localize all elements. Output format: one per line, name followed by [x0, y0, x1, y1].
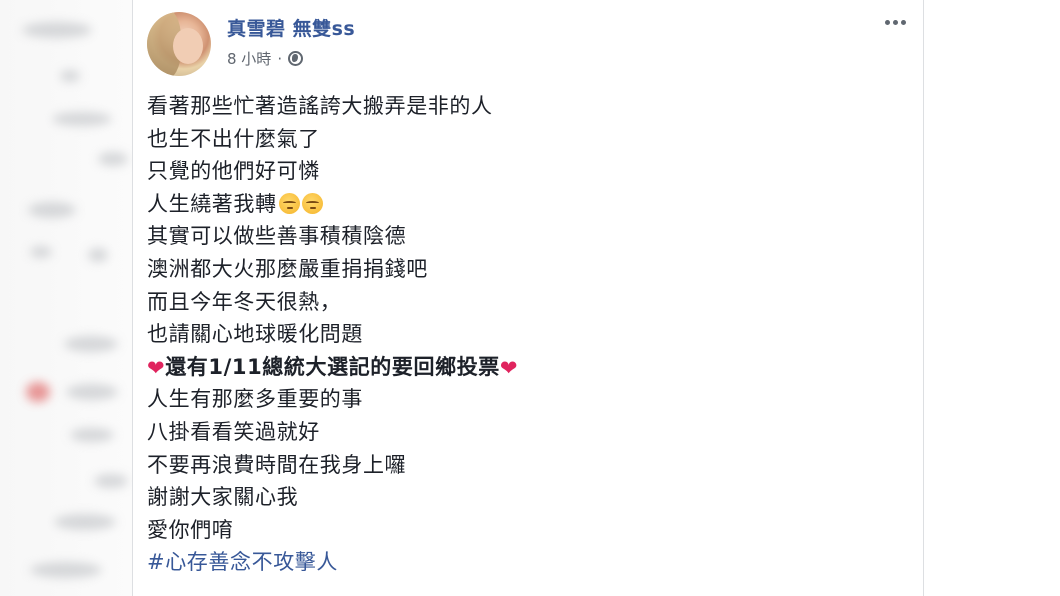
post-line: 不要再浪費時間在我身上囉	[147, 452, 407, 477]
more-dots-icon-dot	[892, 19, 898, 25]
more-dots-icon	[884, 19, 890, 25]
post-line: 愛你們唷	[147, 517, 234, 542]
meta-separator: ·	[277, 49, 283, 68]
post-hashtag-line: #心存善念不攻擊人	[147, 546, 903, 579]
facebook-post-card: 真雪碧 無雙ss 8 小時 · 看著那些忙著造謠誇大搬弄是非的人 也生不出什麼氣…	[132, 0, 924, 596]
post-line: 謝謝大家關心我	[147, 485, 299, 510]
post-line: 也請關心地球暖化問題	[147, 322, 363, 347]
post-line-text: 人生繞著我轉	[147, 191, 277, 216]
post-line: 只覺的他們好可憐	[147, 159, 320, 184]
post-line-text: 還有1/11總統大選記的要回鄉投票	[165, 354, 500, 379]
post-timestamp-link[interactable]: 8 小時	[227, 48, 271, 69]
right-margin	[924, 0, 1060, 596]
post-meta: 8 小時 ·	[227, 48, 304, 69]
post-line: 澳洲都大火那麼嚴重捐捐錢吧	[147, 256, 428, 281]
author-avatar[interactable]	[147, 12, 211, 76]
heart-icon: ❤	[499, 355, 519, 380]
blurred-background-sidebar	[0, 0, 132, 596]
post-line: 人生有那麼多重要的事	[147, 387, 363, 412]
sleepy-face-icon	[278, 192, 300, 214]
post-text: 看著那些忙著造謠誇大搬弄是非的人 也生不出什麼氣了 只覺的他們好可憐 人生繞著我…	[147, 90, 903, 579]
heart-icon: ❤	[147, 355, 166, 380]
post-line: 也生不出什麼氣了	[147, 126, 320, 151]
post-line: 而且今年冬天很熱，	[147, 289, 342, 314]
more-dots-icon-dot	[900, 19, 906, 25]
author-name-link[interactable]: 真雪碧 無雙ss	[227, 14, 355, 41]
sleepy-face-icon	[301, 192, 323, 214]
hashtag-link[interactable]: #心存善念不攻擊人	[147, 550, 338, 574]
post-line-with-emoji: 人生繞著我轉	[147, 188, 903, 221]
post-line: 八掛看看笑過就好	[147, 419, 320, 444]
more-options-button[interactable]	[879, 10, 911, 34]
globe-icon[interactable]	[288, 51, 304, 66]
post-line: 其實可以做些善事積積陰德	[147, 224, 407, 249]
post-line-with-hearts: ❤還有1/11總統大選記的要回鄉投票❤	[147, 351, 903, 384]
post-line: 看著那些忙著造謠誇大搬弄是非的人	[147, 94, 493, 118]
